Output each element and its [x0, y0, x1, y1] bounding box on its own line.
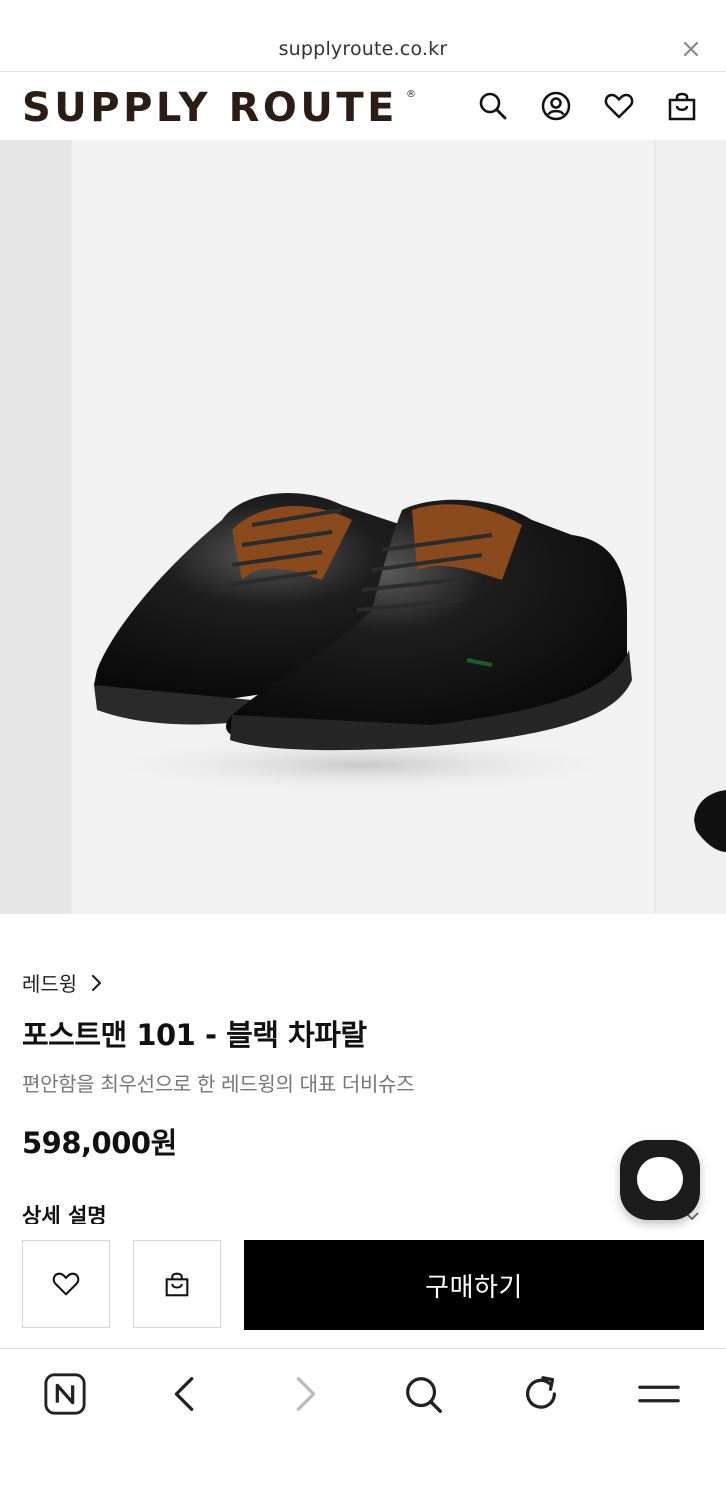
product-subtitle: 편안함을 최우선으로 한 레드윙의 대표 더비슈즈	[22, 1072, 415, 1096]
product-price: 598,000원	[22, 1126, 177, 1160]
detail-section-toggle[interactable]: 상세 설명	[22, 1200, 107, 1224]
carousel-prev-slide[interactable]	[0, 140, 70, 914]
account-icon[interactable]	[540, 90, 572, 122]
site-header: SUPPLY ROUTE ®	[0, 73, 726, 140]
site-logo[interactable]: SUPPLY ROUTE	[22, 86, 398, 130]
product-image[interactable]	[72, 140, 654, 914]
back-icon[interactable]	[162, 1371, 208, 1417]
naver-home-icon[interactable]	[42, 1371, 88, 1417]
search-icon[interactable]	[400, 1371, 446, 1417]
next-shoe-preview	[694, 790, 726, 852]
shoe-illustration	[92, 493, 632, 795]
add-to-cart-button[interactable]	[133, 1240, 221, 1328]
url-text[interactable]: supplyroute.co.kr	[0, 38, 726, 60]
forward-icon[interactable]	[282, 1371, 328, 1417]
registered-mark: ®	[406, 89, 416, 100]
buy-now-button[interactable]: 구매하기	[244, 1240, 704, 1330]
chat-bubble-icon	[637, 1157, 683, 1201]
heart-icon	[52, 1272, 80, 1296]
browser-url-bar[interactable]: supplyroute.co.kr	[0, 0, 726, 72]
shopping-bag-icon	[165, 1272, 189, 1297]
heart-icon[interactable]	[603, 90, 635, 122]
refresh-icon[interactable]	[518, 1371, 564, 1417]
brand-name: 레드윙	[22, 972, 78, 996]
search-icon[interactable]	[477, 90, 509, 122]
chat-button[interactable]	[620, 1140, 700, 1220]
shopping-bag-icon[interactable]	[666, 90, 698, 122]
chevron-right-icon	[92, 974, 102, 991]
wishlist-button[interactable]	[22, 1240, 110, 1328]
carousel-next-slide[interactable]	[656, 140, 726, 914]
product-title: 포스트맨 101 - 블랙 차파랄	[22, 1018, 367, 1052]
brand-link[interactable]: 레드윙	[22, 968, 103, 997]
product-image-carousel[interactable]	[0, 140, 726, 914]
purchase-bar: 구매하기	[0, 1234, 726, 1346]
close-icon[interactable]	[682, 40, 700, 58]
browser-bottom-bar	[0, 1348, 726, 1500]
menu-icon[interactable]	[636, 1371, 682, 1417]
